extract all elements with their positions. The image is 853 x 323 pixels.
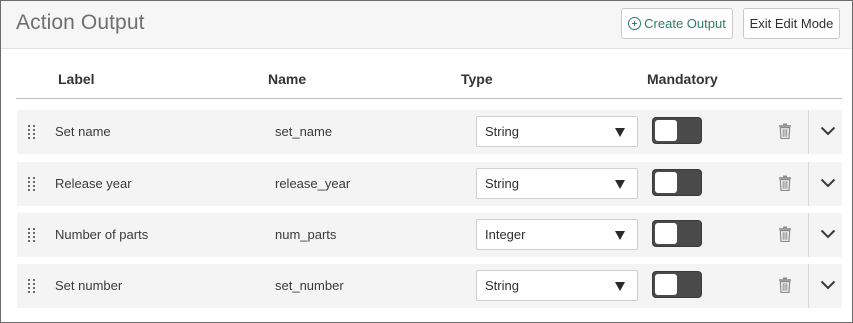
row-divider [808,213,809,257]
mandatory-toggle[interactable] [652,169,702,196]
caret-down-icon [615,180,625,189]
type-select[interactable]: String [476,116,638,147]
row-label: Release year [55,176,132,191]
type-select[interactable]: String [476,168,638,199]
column-header-name: Name [268,71,307,87]
chevron-down-icon[interactable] [820,125,836,137]
exit-edit-mode-button[interactable]: Exit Edit Mode [743,8,840,39]
output-row: Number of parts num_parts Integer [17,213,842,257]
drag-handle-icon[interactable] [28,279,36,293]
row-name: num_parts [275,227,337,242]
row-divider [808,162,809,206]
create-output-button[interactable]: Create Output [621,8,733,39]
caret-down-icon [615,128,625,137]
type-select-value: String [485,124,519,139]
row-divider [808,264,809,308]
trash-icon[interactable] [779,175,791,191]
row-name: release_year [275,176,351,191]
column-header-type: Type [461,71,493,87]
type-select[interactable]: String [476,270,638,301]
create-output-label: Create Output [644,16,726,31]
trash-icon[interactable] [779,277,791,293]
type-select[interactable]: Integer [476,219,638,250]
toggle-knob [655,120,677,141]
row-label: Set number [55,278,123,293]
type-select-value: Integer [485,227,526,242]
column-header-label: Label [58,71,95,87]
toggle-knob [655,274,677,295]
type-select-value: String [485,278,519,293]
action-output-panel: Action Output Create Output Exit Edit Mo… [0,0,853,323]
output-row: Set name set_name String [17,110,842,154]
chevron-down-icon[interactable] [820,228,836,240]
caret-down-icon [615,231,625,240]
plus-circle-icon [628,17,642,30]
header-divider [16,98,842,99]
type-select-value: String [485,176,519,191]
column-header-mandatory: Mandatory [647,71,718,87]
row-label: Set name [55,124,111,139]
output-row: Release year release_year String [17,162,842,206]
panel-title: Action Output [16,11,145,34]
trash-icon[interactable] [779,226,791,242]
row-divider [808,110,809,154]
toggle-knob [655,172,677,193]
caret-down-icon [615,282,625,291]
row-name: set_name [275,124,333,139]
toggle-knob [655,223,677,244]
drag-handle-icon[interactable] [28,228,36,242]
mandatory-toggle[interactable] [652,117,702,144]
mandatory-toggle[interactable] [652,220,702,247]
drag-handle-icon[interactable] [28,125,36,139]
chevron-down-icon[interactable] [820,177,836,189]
chevron-down-icon[interactable] [820,279,836,291]
row-label: Number of parts [55,227,149,242]
output-row: Set number set_number String [17,264,842,308]
panel-header: Action Output Create Output Exit Edit Mo… [1,1,852,49]
mandatory-toggle[interactable] [652,271,702,298]
row-name: set_number [275,278,344,293]
drag-handle-icon[interactable] [28,177,36,191]
trash-icon[interactable] [779,123,791,139]
